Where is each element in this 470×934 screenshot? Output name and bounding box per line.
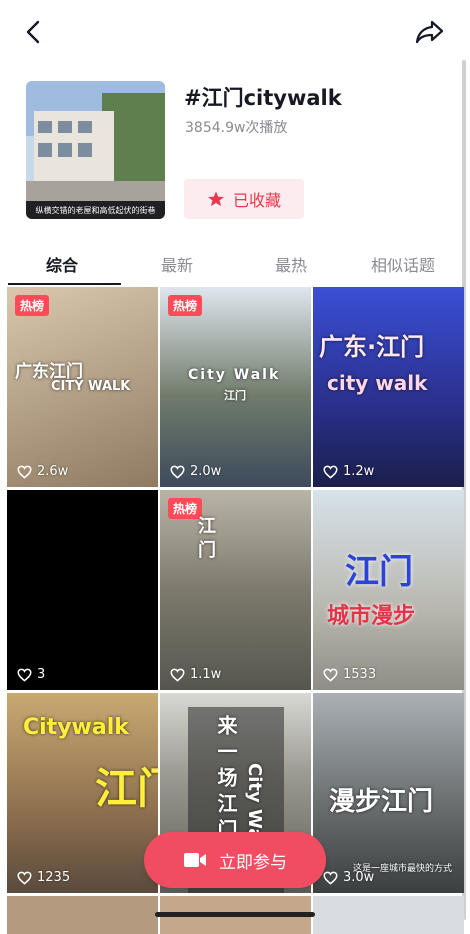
like-count-value: 1.2w bbox=[343, 464, 375, 479]
join-button-label: 立即参与 bbox=[219, 852, 287, 873]
like-count: 3.0w bbox=[323, 870, 374, 885]
video-title-line: CITY WALK bbox=[51, 379, 131, 394]
heart-outline-icon bbox=[323, 871, 338, 885]
join-button[interactable]: 立即参与 bbox=[144, 832, 326, 888]
video-title-line: 城市漫步 bbox=[327, 604, 416, 629]
topic-header: 纵横交错的老屋和高低起伏的街巷 #江门citywalk 3854.9w次播放 已… bbox=[0, 64, 470, 234]
heart-outline-icon bbox=[323, 668, 338, 682]
tab-active-indicator bbox=[8, 283, 121, 285]
like-count: 1.1w bbox=[170, 667, 221, 682]
heart-outline-icon bbox=[17, 465, 32, 479]
like-count-value: 3.0w bbox=[343, 870, 375, 885]
share-arrow-icon bbox=[415, 20, 444, 44]
hot-badge: 热榜 bbox=[168, 295, 203, 316]
video-tile[interactable] bbox=[7, 896, 158, 934]
video-tile[interactable]: 广东·江门 city walk 1.2w bbox=[313, 287, 464, 487]
hot-badge: 热榜 bbox=[168, 498, 203, 519]
video-title-line: 门 bbox=[198, 540, 216, 561]
tab-comprehensive[interactable]: 综合 bbox=[46, 252, 78, 276]
video-tile[interactable] bbox=[313, 896, 464, 934]
tab-hottest[interactable]: 最热 bbox=[275, 252, 307, 276]
tab-similar-topics[interactable]: 相似话题 bbox=[371, 252, 435, 276]
video-camera-icon bbox=[184, 853, 206, 867]
video-title-line: 江门 bbox=[95, 764, 158, 813]
video-tile[interactable]: 热榜 广东江门 CITY WALK 2.6w bbox=[7, 287, 158, 487]
video-tile[interactable]: 热榜 江 门 1.1w bbox=[160, 490, 311, 690]
video-tile[interactable]: 3 bbox=[7, 490, 158, 690]
chevron-left-icon bbox=[26, 20, 40, 44]
share-button[interactable] bbox=[414, 18, 446, 46]
video-title-line: Citywalk bbox=[23, 715, 129, 740]
collect-button-label: 已收藏 bbox=[232, 191, 281, 210]
like-count: 3 bbox=[17, 667, 45, 682]
video-title-line: 江门 bbox=[345, 552, 413, 592]
topic-cover-image: 纵横交错的老屋和高低起伏的街巷 bbox=[26, 81, 165, 219]
like-count: 1235 bbox=[17, 870, 70, 885]
like-count: 1.2w bbox=[323, 464, 374, 479]
like-count-value: 2.6w bbox=[37, 464, 69, 479]
like-count-value: 3 bbox=[37, 667, 46, 682]
tab-bar: 综合 最新 最热 相似话题 bbox=[0, 240, 470, 286]
video-tile[interactable]: 热榜 City Walk 江门 2.0w bbox=[160, 287, 311, 487]
like-count: 1533 bbox=[323, 667, 376, 682]
heart-outline-icon bbox=[323, 465, 338, 479]
video-tile[interactable]: Citywalk 江门 1235 bbox=[7, 693, 158, 893]
video-tile[interactable]: 江门 城市漫步 1533 bbox=[313, 490, 464, 690]
video-title-line: City Walk bbox=[188, 367, 281, 383]
like-count-value: 1.1w bbox=[190, 667, 222, 682]
like-count: 2.6w bbox=[17, 464, 68, 479]
video-title-line: 广东·江门 bbox=[319, 333, 425, 361]
video-title-line: 漫步江门 bbox=[329, 787, 434, 817]
topic-cover-caption: 纵横交错的老屋和高低起伏的街巷 bbox=[35, 206, 156, 215]
like-count-value: 1533 bbox=[343, 667, 377, 682]
topic-play-count: 3854.9w次播放 bbox=[185, 120, 288, 136]
video-title-line: city walk bbox=[327, 371, 428, 395]
hot-badge: 热榜 bbox=[15, 295, 50, 316]
heart-outline-icon bbox=[170, 465, 185, 479]
back-button[interactable] bbox=[20, 18, 48, 46]
topic-title: #江门citywalk bbox=[184, 86, 342, 110]
collect-button[interactable]: 已收藏 bbox=[184, 179, 304, 219]
tab-latest[interactable]: 最新 bbox=[161, 252, 193, 276]
top-bar bbox=[0, 0, 470, 64]
video-title-line: 江门 bbox=[224, 389, 246, 402]
video-title-line: 江 bbox=[198, 516, 216, 537]
like-count-value: 1235 bbox=[37, 870, 71, 885]
like-count: 2.0w bbox=[170, 464, 221, 479]
heart-outline-icon bbox=[17, 668, 32, 682]
home-indicator bbox=[155, 912, 315, 917]
heart-outline-icon bbox=[17, 871, 32, 885]
like-count-value: 2.0w bbox=[190, 464, 222, 479]
video-title-line: 来一场江门 bbox=[214, 715, 238, 845]
heart-outline-icon bbox=[170, 668, 185, 682]
video-tile[interactable]: 漫步江门 这是一座城市最快的方式 3.0w bbox=[313, 693, 464, 893]
star-icon bbox=[208, 191, 224, 207]
